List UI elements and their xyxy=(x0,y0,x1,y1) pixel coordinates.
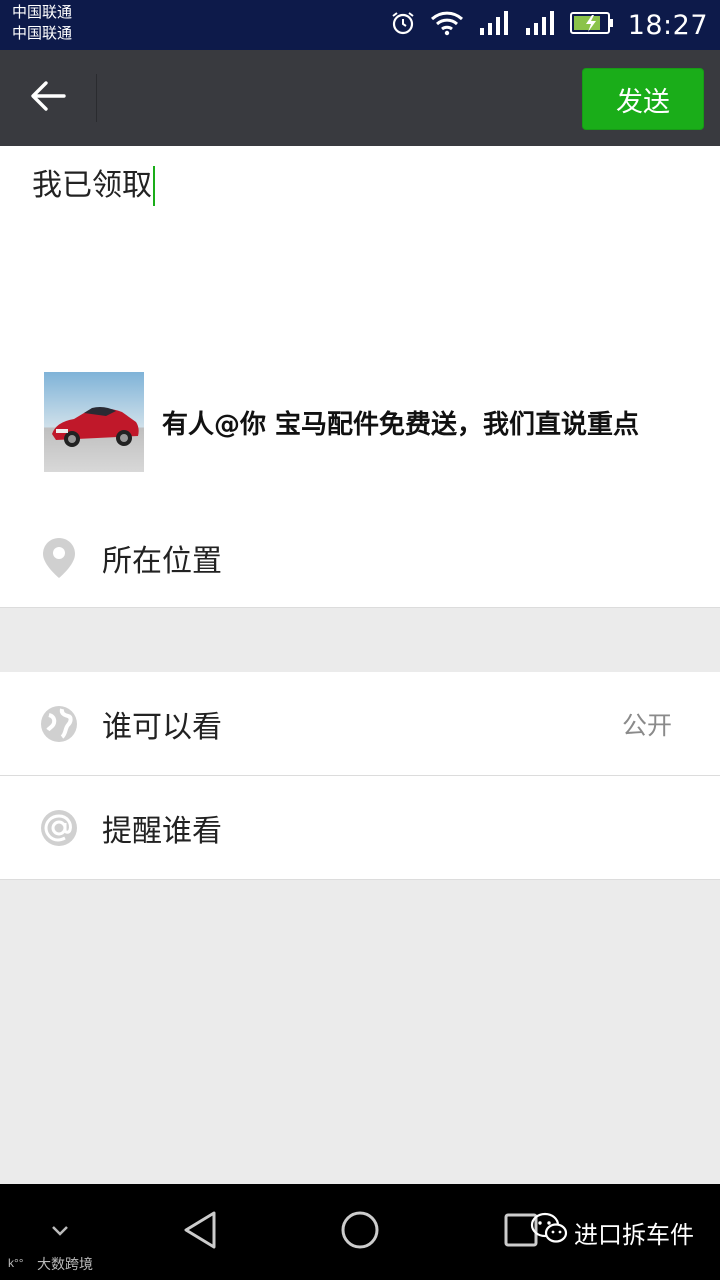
mention-label: 提醒谁看 xyxy=(102,813,222,849)
alarm-icon xyxy=(390,10,416,40)
signal-icon-2 xyxy=(524,10,556,40)
divider xyxy=(0,607,720,608)
svg-text:k°°: k°° xyxy=(8,1256,24,1269)
circle-home-icon xyxy=(340,1210,380,1254)
back-nav-button[interactable] xyxy=(170,1184,230,1280)
carrier-1: 中国联通 xyxy=(12,3,73,21)
home-nav-button[interactable] xyxy=(330,1184,390,1280)
at-sign-icon xyxy=(40,806,78,850)
mention-row[interactable]: 提醒谁看 xyxy=(0,776,720,880)
wechat-icon xyxy=(530,1212,568,1252)
post-text-value: 我已领取 xyxy=(32,168,152,203)
triangle-back-icon xyxy=(182,1210,218,1254)
watermark-right-text: 进口拆车件 xyxy=(574,1220,694,1249)
title-divider xyxy=(96,74,97,122)
visibility-label: 谁可以看 xyxy=(102,709,222,745)
back-button[interactable] xyxy=(22,74,74,122)
wifi-icon xyxy=(430,10,464,40)
carrier-2: 中国联通 xyxy=(12,24,73,42)
watermark-right: 进口拆车件 xyxy=(530,1184,694,1280)
link-title: 有人@你 宝马配件免费送，我们直说重点 xyxy=(162,409,640,440)
shared-link-card[interactable]: 有人@你 宝马配件免费送，我们直说重点 xyxy=(44,372,684,472)
title-bar: 发送 xyxy=(0,50,720,146)
arrow-left-icon xyxy=(30,80,66,116)
visibility-row[interactable]: 谁可以看 公开 xyxy=(0,672,720,776)
carrier-info: 中国联通 中国联通 xyxy=(12,2,72,44)
visibility-value: 公开 xyxy=(621,710,672,740)
composer: 我已领取 有人@你 宝马配件免费送，我们直说重点 所在位置 xyxy=(0,146,720,608)
link-thumbnail xyxy=(44,372,144,472)
options-list: 谁可以看 公开 提醒谁看 xyxy=(0,672,720,880)
globe-icon xyxy=(40,702,78,746)
text-cursor xyxy=(153,166,155,206)
watermark-left-text: 大数跨境 xyxy=(37,1257,93,1273)
clock: 18:27 xyxy=(627,9,708,41)
send-button[interactable]: 发送 xyxy=(582,68,704,130)
location-label: 所在位置 xyxy=(102,544,222,579)
status-bar: 中国联通 中国联通 18:27 xyxy=(0,0,720,50)
location-pin-icon xyxy=(40,536,78,580)
navigation-bar: k°° 大数跨境 进口拆车件 xyxy=(0,1184,720,1280)
watermark-logo-icon: k°° xyxy=(8,1255,34,1273)
location-row[interactable]: 所在位置 xyxy=(0,508,720,608)
battery-charging-icon xyxy=(569,11,614,39)
post-text-input[interactable]: 我已领取 xyxy=(32,166,155,206)
chevron-down-icon xyxy=(50,1223,70,1242)
signal-icon-1 xyxy=(478,10,510,40)
watermark-left: k°° 大数跨境 xyxy=(8,1254,93,1274)
